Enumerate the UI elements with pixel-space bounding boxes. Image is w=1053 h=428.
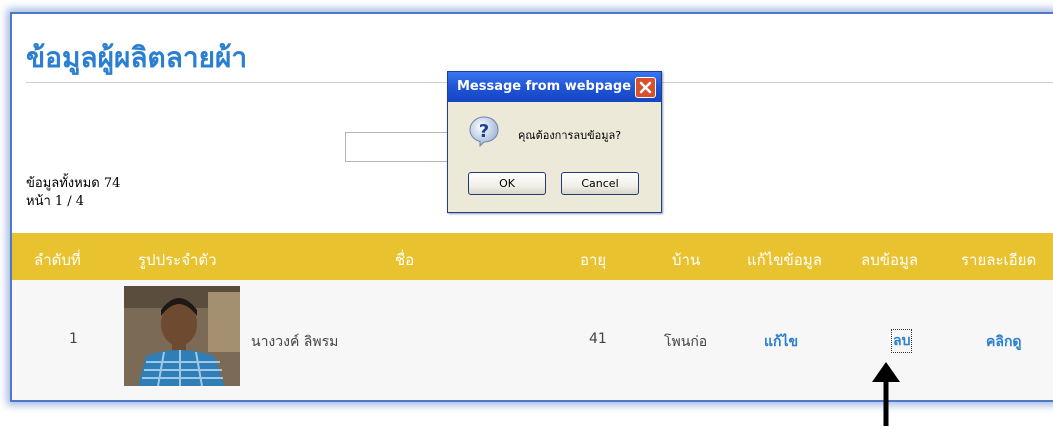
avatar (124, 286, 240, 386)
question-icon: ? (468, 115, 500, 148)
header-no: ลำดับที่ (34, 251, 81, 269)
dialog-title: Message from webpage (457, 79, 632, 94)
header-delete: ลบข้อมูล (861, 251, 919, 269)
delete-link[interactable]: ลบ (890, 329, 913, 353)
ok-button[interactable]: OK (468, 172, 546, 195)
header-name: ชื่อ (395, 251, 415, 269)
header-village: บ้าน (672, 251, 701, 269)
header-avatar: รูปประจำตัว (138, 251, 217, 269)
dialog-message: คุณต้องการลบข้อมูล? (518, 129, 622, 142)
row-village: โพนก่อ (664, 334, 708, 350)
page-title: ข้อมูลผู้ผลิตลายผ้า (26, 41, 248, 74)
header-age: อายุ (580, 251, 607, 269)
svg-text:?: ? (479, 121, 489, 142)
row-age: 41 (589, 331, 607, 347)
header-detail: รายละเอียด (961, 251, 1037, 269)
cancel-button[interactable]: Cancel (561, 172, 639, 195)
page-indicator: หน้า 1 / 4 (26, 194, 85, 209)
dialog-titlebar[interactable]: Message from webpage (448, 72, 661, 102)
detail-link[interactable]: คลิกดู (986, 331, 1022, 353)
confirm-dialog: Message from webpage ? คุณต้องการลบข้อมู… (447, 71, 662, 213)
search-input[interactable] (345, 132, 457, 162)
edit-link[interactable]: แก้ไข (764, 331, 798, 353)
table-header: ลำดับที่ รูปประจำตัว ชื่อ อายุ บ้าน แก้ไ… (12, 233, 1053, 280)
arrow-up-icon (872, 362, 900, 426)
row-no: 1 (69, 331, 78, 347)
row-name: นางวงค์ ลิพรม (251, 334, 339, 350)
close-icon[interactable] (635, 77, 656, 98)
header-edit: แก้ไขข้อมูล (747, 251, 822, 269)
